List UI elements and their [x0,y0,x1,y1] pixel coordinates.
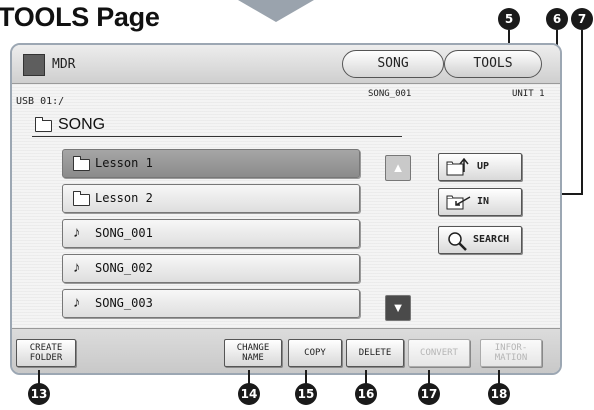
pointer-arrow-icon [238,0,314,22]
device-screen: MDR SONG TOOLS USB 01:/ SONG_001 UNIT 1 … [10,43,562,375]
leader-line-bottom [305,370,307,384]
tab-tools[interactable]: TOOLS [444,50,542,78]
list-item[interactable]: ♪ SONG_001 [62,219,360,248]
music-note-icon: ♪ [73,259,81,276]
callout-search: 7 [571,8,593,30]
delete-button[interactable]: DELETE [346,339,404,367]
list-item-label: SONG_001 [95,226,153,240]
convert-button[interactable]: CONVERT [408,339,470,367]
copy-button[interactable]: COPY [288,339,342,367]
file-browser: USB 01:/ SONG_001 UNIT 1 SONG Lesson 1 L… [12,84,560,328]
unit-label: UNIT 1 [512,89,545,99]
bottom-toolbar: CREATE FOLDER CHANGE NAME COPY DELETE CO… [12,328,560,373]
callout-up: 5 [498,8,520,30]
folder-icon [73,156,90,171]
list-item[interactable]: ♪ SONG_002 [62,254,360,283]
callout-convert: 17 [418,383,440,405]
list-item[interactable]: Lesson 2 [62,184,360,213]
magnifier-icon [448,232,467,251]
folder-up-icon [446,158,469,176]
callout-delete: 16 [355,383,377,405]
leader-line-bottom [498,370,500,384]
callout-information: 18 [488,383,510,405]
list-item[interactable]: ♪ SONG_003 [62,289,360,318]
information-button[interactable]: INFOR- MATION [480,339,542,367]
scroll-down-button[interactable]: ▼ [385,295,411,321]
folder-icon [73,191,90,206]
create-folder-button[interactable]: CREATE FOLDER [16,339,76,367]
up-button-label: UP [477,161,490,172]
list-item-label: Lesson 1 [95,156,153,170]
callout-change-name: 14 [238,383,260,405]
list-item-label: SONG_002 [95,261,153,275]
music-note-icon: ♪ [73,224,81,241]
list-item[interactable]: Lesson 1 [62,149,360,178]
callout-copy: 15 [295,383,317,405]
search-button-label: SEARCH [473,234,510,245]
change-name-button[interactable]: CHANGE NAME [224,339,282,367]
folder-icon [35,117,52,132]
leader-line-search [581,30,583,194]
scroll-up-button[interactable]: ▲ [385,155,411,181]
in-button[interactable]: IN [438,188,522,216]
list-item-label: Lesson 2 [95,191,153,205]
mdr-icon [23,54,45,76]
callout-in: 6 [546,8,568,30]
music-note-icon: ♪ [73,294,81,311]
current-folder: SONG [32,114,402,137]
callout-create-folder: 13 [28,383,50,405]
leader-line-bottom [38,370,40,384]
current-folder-name: SONG [58,116,106,133]
screen-header: MDR SONG TOOLS [12,45,560,84]
page-title: TOOLS Page [0,2,160,32]
leader-line-bottom [365,370,367,384]
screen-title: MDR [52,57,76,72]
leader-line-bottom [428,370,430,384]
tab-song[interactable]: SONG [342,50,444,78]
path-label: USB 01:/ [16,96,65,107]
list-item-label: SONG_003 [95,296,153,310]
leader-line-bottom [248,370,250,384]
up-button[interactable]: UP [438,153,522,181]
current-song: SONG_001 [368,89,412,99]
in-button-label: IN [477,196,490,207]
folder-in-icon [446,195,471,210]
search-button[interactable]: SEARCH [438,226,522,254]
